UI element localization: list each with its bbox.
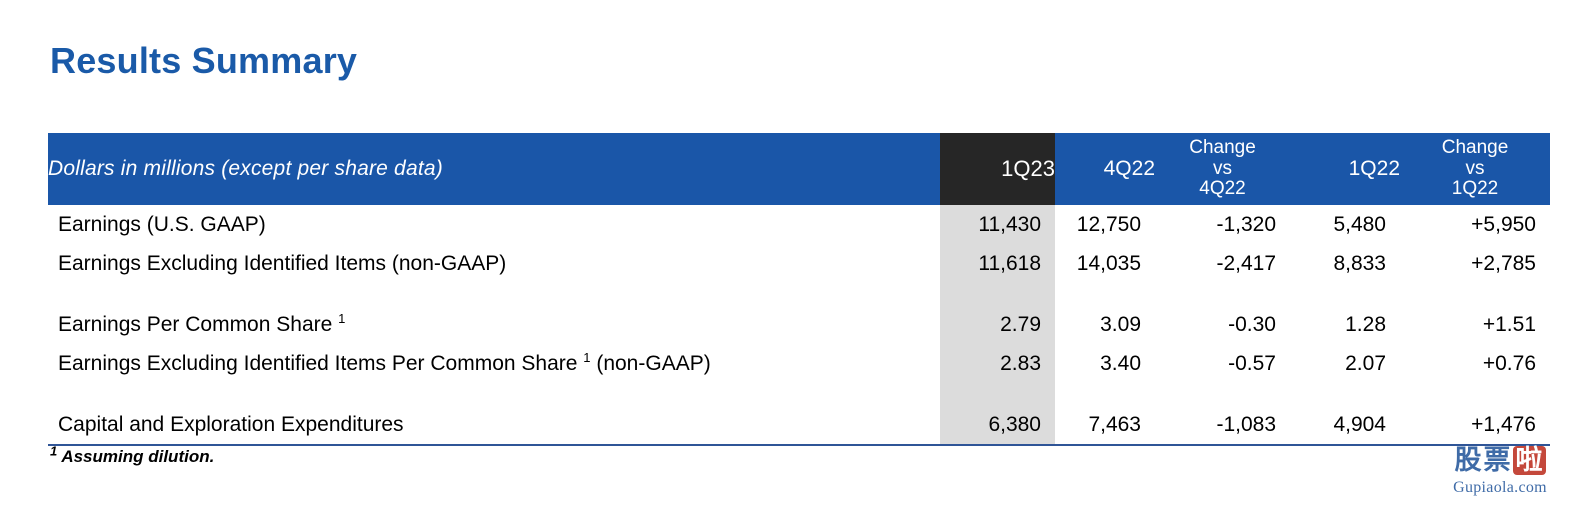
slide-page: Results Summary Dollars in millions (exc… <box>0 0 1574 508</box>
spacer-cell <box>48 383 940 405</box>
header-change-4q22-line1: Change <box>1189 137 1256 159</box>
cell-1q22: 5,480 <box>1290 205 1400 244</box>
cell-1q23: 6,380 <box>940 405 1055 446</box>
spacer-cell-highlight <box>940 283 1055 305</box>
spacer-cell <box>1055 383 1155 405</box>
row-label-text: Earnings Excluding Identified Items Per … <box>58 351 584 375</box>
cell-1q22: 4,904 <box>1290 405 1400 446</box>
watermark-glyph-piao: 票 <box>1483 444 1511 476</box>
cell-change-vs-4q22: -2,417 <box>1155 244 1290 283</box>
cell-1q22: 8,833 <box>1290 244 1400 283</box>
spacer-cell <box>1400 283 1550 305</box>
cell-change-vs-1q22: +1.51 <box>1400 305 1550 344</box>
table-header: Dollars in millions (except per share da… <box>48 133 1550 205</box>
table-row: Capital and Exploration Expenditures 6,3… <box>48 405 1550 446</box>
spacer-cell <box>1155 383 1290 405</box>
header-cell-change-vs-1q22: Change vs 1Q22 <box>1400 133 1550 205</box>
header-cell-units: Dollars in millions (except per share da… <box>48 133 940 205</box>
watermark-glyph-gu: 股 <box>1454 444 1482 476</box>
table-body: Earnings (U.S. GAAP) 11,430 12,750 -1,32… <box>48 205 1550 446</box>
cell-4q22: 3.40 <box>1055 344 1155 383</box>
spacer-cell <box>1155 283 1290 305</box>
spacer-cell <box>1290 283 1400 305</box>
table-header-row: Dollars in millions (except per share da… <box>48 133 1550 205</box>
header-change-1q22-line2: vs <box>1465 157 1485 179</box>
row-label: Earnings Excluding Identified Items (non… <box>48 244 940 283</box>
cell-4q22: 12,750 <box>1055 205 1155 244</box>
row-label: Capital and Exploration Expenditures <box>48 405 940 446</box>
row-label-text: Earnings Per Common Share <box>58 312 339 336</box>
header-cell-4q22: 4Q22 <box>1055 133 1155 205</box>
header-change-4q22-line2: vs <box>1213 157 1232 179</box>
cell-change-vs-4q22: -1,320 <box>1155 205 1290 244</box>
cell-4q22: 7,463 <box>1055 405 1155 446</box>
cell-change-vs-4q22: -1,083 <box>1155 405 1290 446</box>
spacer-cell <box>1400 383 1550 405</box>
watermark-glyph-la: 啦 <box>1512 445 1546 475</box>
cell-1q22: 2.07 <box>1290 344 1400 383</box>
cell-1q22: 1.28 <box>1290 305 1400 344</box>
cell-change-vs-4q22: -0.57 <box>1155 344 1290 383</box>
footnote-marker: 1 <box>583 349 591 365</box>
header-change-4q22-line3: 4Q22 <box>1199 178 1246 200</box>
row-label-text: Capital and Exploration Expenditures <box>58 412 404 436</box>
watermark-logo: 股 票 啦 Gupiaola.com <box>1430 442 1570 504</box>
footnote-marker: 1 <box>338 310 346 326</box>
cell-change-vs-1q22: +2,785 <box>1400 244 1550 283</box>
table-row: Earnings Excluding Identified Items Per … <box>48 344 1550 383</box>
table-row: Earnings Excluding Identified Items (non… <box>48 244 1550 283</box>
row-label-text: Earnings (U.S. GAAP) <box>58 212 266 236</box>
cell-change-vs-1q22: +5,950 <box>1400 205 1550 244</box>
page-title: Results Summary <box>50 40 358 81</box>
watermark-glyphs: 股 票 啦 <box>1430 442 1570 478</box>
cell-1q23: 11,430 <box>940 205 1055 244</box>
cell-1q23: 2.79 <box>940 305 1055 344</box>
cell-change-vs-4q22: -0.30 <box>1155 305 1290 344</box>
row-label: Earnings Per Common Share 1 <box>48 305 940 344</box>
cell-change-vs-1q22: +1,476 <box>1400 405 1550 446</box>
table-row: Earnings (U.S. GAAP) 11,430 12,750 -1,32… <box>48 205 1550 244</box>
cell-1q23: 2.83 <box>940 344 1055 383</box>
spacer-cell <box>1055 283 1155 305</box>
header-cell-1q22: 1Q22 <box>1290 133 1400 205</box>
cell-change-vs-1q22: +0.76 <box>1400 344 1550 383</box>
watermark-url-text: Gupiaola.com <box>1453 479 1547 496</box>
row-label: Earnings (U.S. GAAP) <box>48 205 940 244</box>
header-change-1q22-line1: Change <box>1441 137 1509 159</box>
row-label: Earnings Excluding Identified Items Per … <box>48 344 940 383</box>
footnote: 1 Assuming dilution. <box>50 444 215 467</box>
cell-4q22: 3.09 <box>1055 305 1155 344</box>
results-table-container: Dollars in millions (except per share da… <box>48 133 1550 446</box>
results-table: Dollars in millions (except per share da… <box>48 133 1550 446</box>
table-row: Earnings Per Common Share 1 2.79 3.09 -0… <box>48 305 1550 344</box>
header-cell-change-vs-4q22: Change vs 4Q22 <box>1155 133 1290 205</box>
row-label-text: Earnings Excluding Identified Items (non… <box>58 251 507 275</box>
cell-4q22: 14,035 <box>1055 244 1155 283</box>
header-change-1q22-line3: 1Q22 <box>1451 178 1499 200</box>
row-group-spacer <box>48 383 1550 405</box>
row-label-suffix: (non-GAAP) <box>590 351 711 375</box>
spacer-cell <box>1290 383 1400 405</box>
header-cell-1q23: 1Q23 <box>940 133 1055 205</box>
spacer-cell <box>48 283 940 305</box>
spacer-cell-highlight <box>940 383 1055 405</box>
footnote-text: Assuming dilution. <box>57 447 215 466</box>
cell-1q23: 11,618 <box>940 244 1055 283</box>
row-group-spacer <box>48 283 1550 305</box>
